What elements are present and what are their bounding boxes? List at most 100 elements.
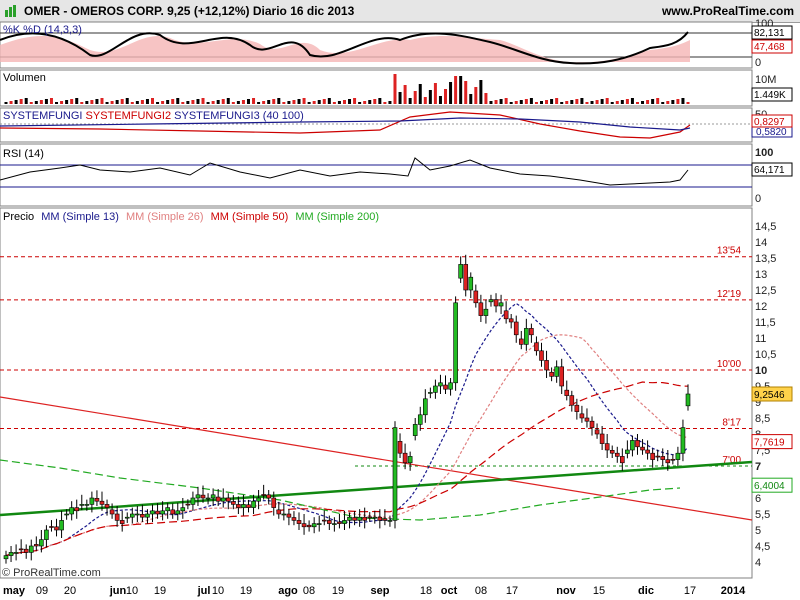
- volume-bar: [327, 98, 331, 104]
- y-tick-label: 13,5: [755, 253, 776, 265]
- volume-bar: [358, 102, 362, 104]
- volume-bar: [489, 101, 493, 104]
- volume-bar: [539, 101, 543, 104]
- candle: [327, 520, 332, 524]
- x-tick-label: jul: [197, 585, 211, 597]
- volume-bar: [504, 98, 508, 104]
- candle: [99, 500, 105, 505]
- candle: [256, 497, 261, 502]
- candle: [59, 520, 64, 531]
- volume-bar: [580, 98, 584, 104]
- candle: [392, 427, 398, 521]
- volume-bar: [454, 76, 458, 104]
- volume-bar: [272, 99, 276, 104]
- volume-bar: [60, 101, 64, 104]
- candle: [498, 302, 504, 307]
- candle: [453, 302, 458, 384]
- volume-bar: [661, 102, 665, 104]
- level-label: 12'19: [717, 289, 742, 300]
- candle: [670, 458, 676, 461]
- candle: [650, 452, 655, 460]
- candle: [463, 264, 469, 291]
- volume-bar: [444, 89, 448, 104]
- volume-bar: [676, 99, 680, 104]
- volume-bar: [383, 102, 387, 104]
- volume-bar: [302, 98, 306, 104]
- volume-bar: [322, 99, 326, 104]
- volume-bar: [297, 99, 301, 104]
- candle: [145, 513, 150, 518]
- candle: [524, 328, 529, 345]
- volume-bar: [236, 101, 240, 104]
- volume-bar: [226, 98, 230, 104]
- y-tick-label: 12,5: [755, 285, 776, 297]
- fungi-label-2: SYSTEMFUNGI2: [86, 110, 172, 122]
- candle: [316, 523, 322, 525]
- candle: [544, 360, 549, 371]
- candle: [458, 264, 463, 279]
- candle: [8, 552, 14, 556]
- candle: [34, 544, 39, 547]
- candle: [665, 459, 671, 464]
- x-tick-label: 19: [332, 585, 344, 597]
- volume-bar: [4, 102, 8, 104]
- candle: [286, 513, 292, 518]
- candle: [640, 446, 645, 451]
- volume-bar: [125, 98, 129, 104]
- candle: [503, 310, 509, 320]
- candle: [584, 417, 590, 422]
- rsi-tick-100: 100: [755, 147, 773, 159]
- rsi-value: 64,171: [754, 165, 785, 176]
- fungi-label-1: SYSTEMFUNGI: [3, 110, 82, 122]
- volume-bar: [19, 99, 23, 104]
- candle: [620, 456, 625, 464]
- x-tick-label: 17: [684, 585, 696, 597]
- volume-bar: [408, 98, 412, 104]
- x-tick-label: 2014: [721, 585, 746, 597]
- volume-bar: [570, 100, 574, 104]
- volume-bar: [115, 100, 119, 104]
- x-tick-label: sep: [371, 585, 390, 597]
- volume-bar: [575, 99, 579, 104]
- volume-bar: [241, 100, 245, 104]
- candle: [18, 548, 24, 551]
- candle: [271, 497, 277, 508]
- candle: [675, 452, 681, 460]
- x-tick-label: jun: [109, 585, 127, 597]
- candle: [44, 529, 49, 540]
- volume-bar: [413, 91, 417, 104]
- candle: [574, 404, 580, 412]
- y-tick-label: 11,5: [755, 317, 776, 329]
- candle: [397, 441, 403, 454]
- volume-bar: [615, 101, 619, 104]
- candle: [599, 433, 605, 444]
- volume-bar: [171, 99, 175, 104]
- volume-bar: [287, 101, 291, 104]
- rsi-label: RSI (14): [3, 148, 44, 160]
- candle: [79, 504, 85, 506]
- volume-bar: [565, 101, 569, 104]
- candle: [685, 393, 691, 407]
- candle: [609, 450, 615, 454]
- x-tick-label: 09: [36, 585, 48, 597]
- volume-bar: [479, 80, 483, 104]
- candle: [357, 516, 362, 521]
- volume-bar: [181, 102, 185, 104]
- y-tick-label: 12: [755, 301, 767, 313]
- volume-bar: [70, 99, 74, 104]
- volume-bar: [221, 99, 225, 104]
- candle: [266, 494, 271, 499]
- volume-value: 1.449K: [754, 90, 786, 101]
- candle: [594, 429, 600, 435]
- price-legend-mm13: MM (Simple 13): [41, 211, 119, 223]
- volume-bar: [635, 102, 639, 104]
- candle: [412, 424, 418, 436]
- candle: [311, 523, 317, 528]
- volume-bar: [353, 98, 357, 104]
- volume-bar: [590, 101, 594, 104]
- candle: [135, 513, 140, 516]
- volume-bar: [585, 102, 589, 104]
- candle: [119, 520, 125, 524]
- candle: [473, 290, 479, 304]
- candle: [155, 510, 160, 515]
